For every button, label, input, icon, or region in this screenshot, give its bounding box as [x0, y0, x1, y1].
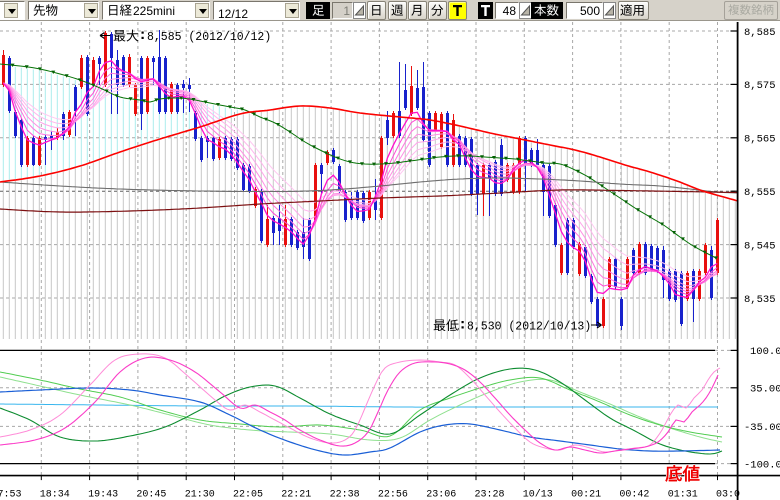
svg-text:10/13: 10/13	[523, 489, 553, 500]
svg-text:23:28: 23:28	[475, 490, 505, 500]
svg-text:01:31: 01:31	[668, 490, 698, 500]
svg-text:00:21: 00:21	[571, 490, 601, 500]
svg-text:8,585: 8,585	[744, 27, 776, 39]
svg-text:17:53: 17:53	[0, 490, 22, 500]
svg-text:8,565: 8,565	[744, 134, 776, 146]
svg-text:8,535: 8,535	[744, 294, 776, 306]
svg-text:8,575: 8,575	[744, 80, 776, 92]
svg-text:8,530 (2012/10/13): 8,530 (2012/10/13)	[467, 321, 591, 334]
svg-text:19:43: 19:43	[88, 490, 118, 500]
svg-text:23:06: 23:06	[426, 490, 456, 500]
svg-text:00:42: 00:42	[619, 490, 649, 500]
svg-text:8,555: 8,555	[744, 187, 776, 199]
svg-text:03:0: 03:0	[716, 490, 740, 500]
svg-text:22:56: 22:56	[378, 490, 408, 500]
svg-text:18:34: 18:34	[40, 490, 70, 500]
svg-text:20:45: 20:45	[136, 490, 166, 500]
svg-text:22:05: 22:05	[233, 490, 263, 500]
svg-text:8,585 (2012/10/12): 8,585 (2012/10/12)	[147, 31, 271, 44]
svg-text:-100.00: -100.00	[744, 459, 780, 471]
svg-text:8,545: 8,545	[744, 240, 776, 252]
svg-text:21:30: 21:30	[185, 490, 215, 500]
svg-text:35.00: 35.00	[750, 384, 780, 396]
svg-text:22:38: 22:38	[330, 490, 360, 500]
svg-text:22:21: 22:21	[281, 490, 311, 500]
svg-text:100.00: 100.00	[750, 346, 780, 358]
svg-text:-35.00: -35.00	[744, 422, 780, 434]
